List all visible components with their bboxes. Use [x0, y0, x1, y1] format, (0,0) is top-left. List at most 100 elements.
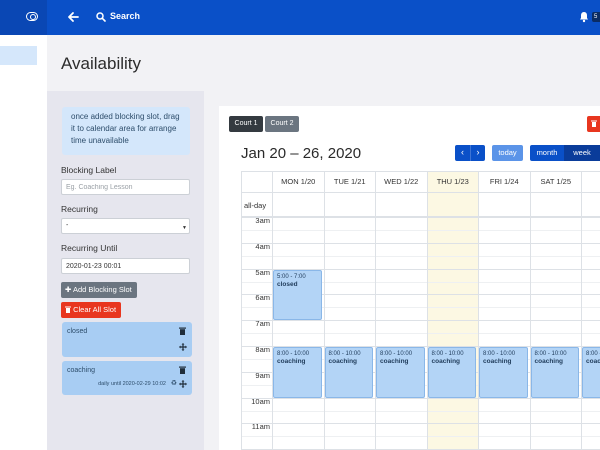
- hour-label: 4am: [255, 241, 270, 251]
- prev-week-button[interactable]: ‹: [455, 145, 470, 161]
- hour-line: [242, 217, 600, 218]
- day-header[interactable]: TUE 1/21: [323, 172, 376, 192]
- bell-icon[interactable]: [579, 11, 589, 23]
- hour-line: [242, 397, 600, 399]
- day-column-line: [478, 172, 479, 450]
- blocking-label-input[interactable]: [61, 179, 190, 195]
- slot-card-closed[interactable]: closed: [62, 322, 192, 357]
- hour-line: [242, 423, 600, 425]
- calendar-event-coaching[interactable]: 8:00 - 10:00coaching: [376, 347, 425, 398]
- trash-icon: [591, 120, 597, 127]
- event-title: coaching: [380, 358, 409, 365]
- add-blocking-slot-label: Add Blocking Slot: [72, 285, 132, 294]
- recurring-select[interactable]: -: [61, 218, 190, 234]
- hour-label: 11am: [251, 422, 270, 432]
- day-header[interactable]: MON 1/20: [272, 172, 324, 192]
- event-title: closed: [277, 280, 298, 288]
- notification-badge: 5: [592, 12, 600, 22]
- trash-icon[interactable]: [179, 366, 186, 374]
- day-header[interactable]: WED 1/22: [375, 172, 427, 192]
- header-divider: [242, 192, 600, 193]
- event-time: 8:00 - 10:00: [380, 351, 413, 357]
- day-column-line: [426, 172, 428, 450]
- calendar-title: Jan 20 – 26, 2020: [241, 145, 362, 162]
- search-label[interactable]: Search: [110, 11, 140, 21]
- calendar-event-coaching[interactable]: 8:00 - 10:00coaching: [427, 347, 476, 398]
- hour-label: 5am: [255, 267, 270, 277]
- day-header[interactable]: THU 1/23: [426, 172, 479, 192]
- calendar-event-coaching[interactable]: 8:00 - 10:00coaching: [530, 347, 579, 398]
- plus-icon: ✚: [65, 285, 72, 294]
- slot-name: coaching: [67, 367, 96, 374]
- calendar-event-coaching[interactable]: 8:00 - 10:00coaching: [273, 347, 322, 398]
- day-header[interactable]: SAT 1/25: [529, 172, 582, 192]
- event-title: coaching: [586, 358, 600, 365]
- day-header[interactable]: SU: [581, 172, 600, 192]
- court-1-button[interactable]: Court 1: [229, 116, 263, 132]
- recurring-until-input[interactable]: [61, 258, 190, 274]
- slot-recurrence: daily until 2020-02-29 10:02: [98, 381, 166, 387]
- court-2-button[interactable]: Court 2: [265, 116, 299, 132]
- event-time: 8:00 - 10:00: [328, 351, 361, 357]
- calendar-grid[interactable]: all-day 3am4am5am6am7am8am9am10am11am12p…: [241, 171, 600, 450]
- event-title: coaching: [534, 358, 564, 365]
- event-title: coaching: [328, 358, 358, 365]
- event-time: 8:00 - 10:00: [277, 351, 310, 357]
- day-column-line: [323, 172, 325, 450]
- slot-card-coaching[interactable]: coaching daily until 2020-02-29 10:02 ♻: [62, 361, 192, 395]
- clear-all-slot-button[interactable]: Clear All Slot: [61, 302, 121, 318]
- event-title: coaching: [483, 358, 512, 365]
- page-title: Availability: [61, 54, 142, 73]
- info-message: once added blocking slot, drag it to cal…: [62, 107, 190, 155]
- recurring-label: Recurring: [61, 204, 98, 214]
- week-view-button[interactable]: week: [564, 145, 600, 161]
- half-hour-line: [242, 333, 600, 335]
- event-title: coaching: [277, 358, 306, 365]
- recycle-icon: ♻: [170, 380, 177, 387]
- half-hour-line: [242, 255, 600, 257]
- hour-label: 3am: [255, 216, 270, 225]
- hour-label: 7am: [255, 319, 270, 329]
- calendar-event-coaching[interactable]: 8:00 - 10:00coaching: [479, 347, 528, 398]
- event-time: 8:00 - 10:00: [431, 351, 464, 357]
- delete-button[interactable]: [587, 116, 600, 132]
- arrow-left-icon[interactable]: [66, 10, 80, 24]
- day-column-line: [375, 172, 376, 450]
- sidebar-item-active[interactable]: [0, 46, 37, 65]
- event-time: 8:00 - 10:00: [483, 351, 516, 357]
- search-icon[interactable]: [96, 12, 106, 22]
- chevron-left-icon: ‹: [461, 147, 464, 157]
- toggle-icon[interactable]: [26, 12, 38, 21]
- next-week-button[interactable]: ›: [470, 145, 485, 161]
- move-icon[interactable]: [179, 343, 187, 351]
- half-hour-line: [242, 410, 600, 412]
- day-column-line: [529, 172, 531, 450]
- hour-line: [242, 320, 600, 322]
- trash-icon[interactable]: [179, 327, 186, 335]
- day-column-line: [581, 172, 582, 450]
- top-navbar: Search 5: [0, 0, 600, 35]
- month-view-button[interactable]: month: [530, 145, 564, 161]
- hour-label: 9am: [255, 370, 270, 380]
- half-hour-line: [242, 436, 600, 438]
- sidebar-toggle-area[interactable]: [0, 0, 47, 35]
- move-icon[interactable]: [179, 380, 187, 388]
- day-header[interactable]: FRI 1/24: [478, 172, 530, 192]
- chevron-right-icon: ›: [476, 147, 480, 157]
- hour-line: [242, 242, 600, 244]
- chevron-down-icon[interactable]: ▼: [182, 225, 187, 231]
- calendar-event-closed[interactable]: 5:00 - 7:00 closed: [273, 269, 322, 321]
- add-blocking-slot-button[interactable]: ✚ Add Blocking Slot: [61, 282, 137, 298]
- event-time: 8:00 - 10:00: [534, 351, 567, 357]
- half-hour-line: [242, 229, 600, 231]
- left-sidebar: [0, 35, 47, 450]
- calendar-event-coaching[interactable]: 8:00 - 10:00coaching: [324, 347, 373, 398]
- event-time: 8:00 - 10:00: [586, 351, 600, 357]
- calendar-event-coaching[interactable]: 8:00 - 10:00coaching: [582, 347, 600, 398]
- hour-label: 8am: [255, 345, 270, 354]
- blocking-label-label: Blocking Label: [61, 165, 117, 175]
- all-day-label: all-day: [244, 201, 267, 210]
- trash-icon: [65, 306, 71, 313]
- clear-all-slot-label: Clear All Slot: [73, 305, 117, 314]
- today-button[interactable]: today: [492, 145, 523, 161]
